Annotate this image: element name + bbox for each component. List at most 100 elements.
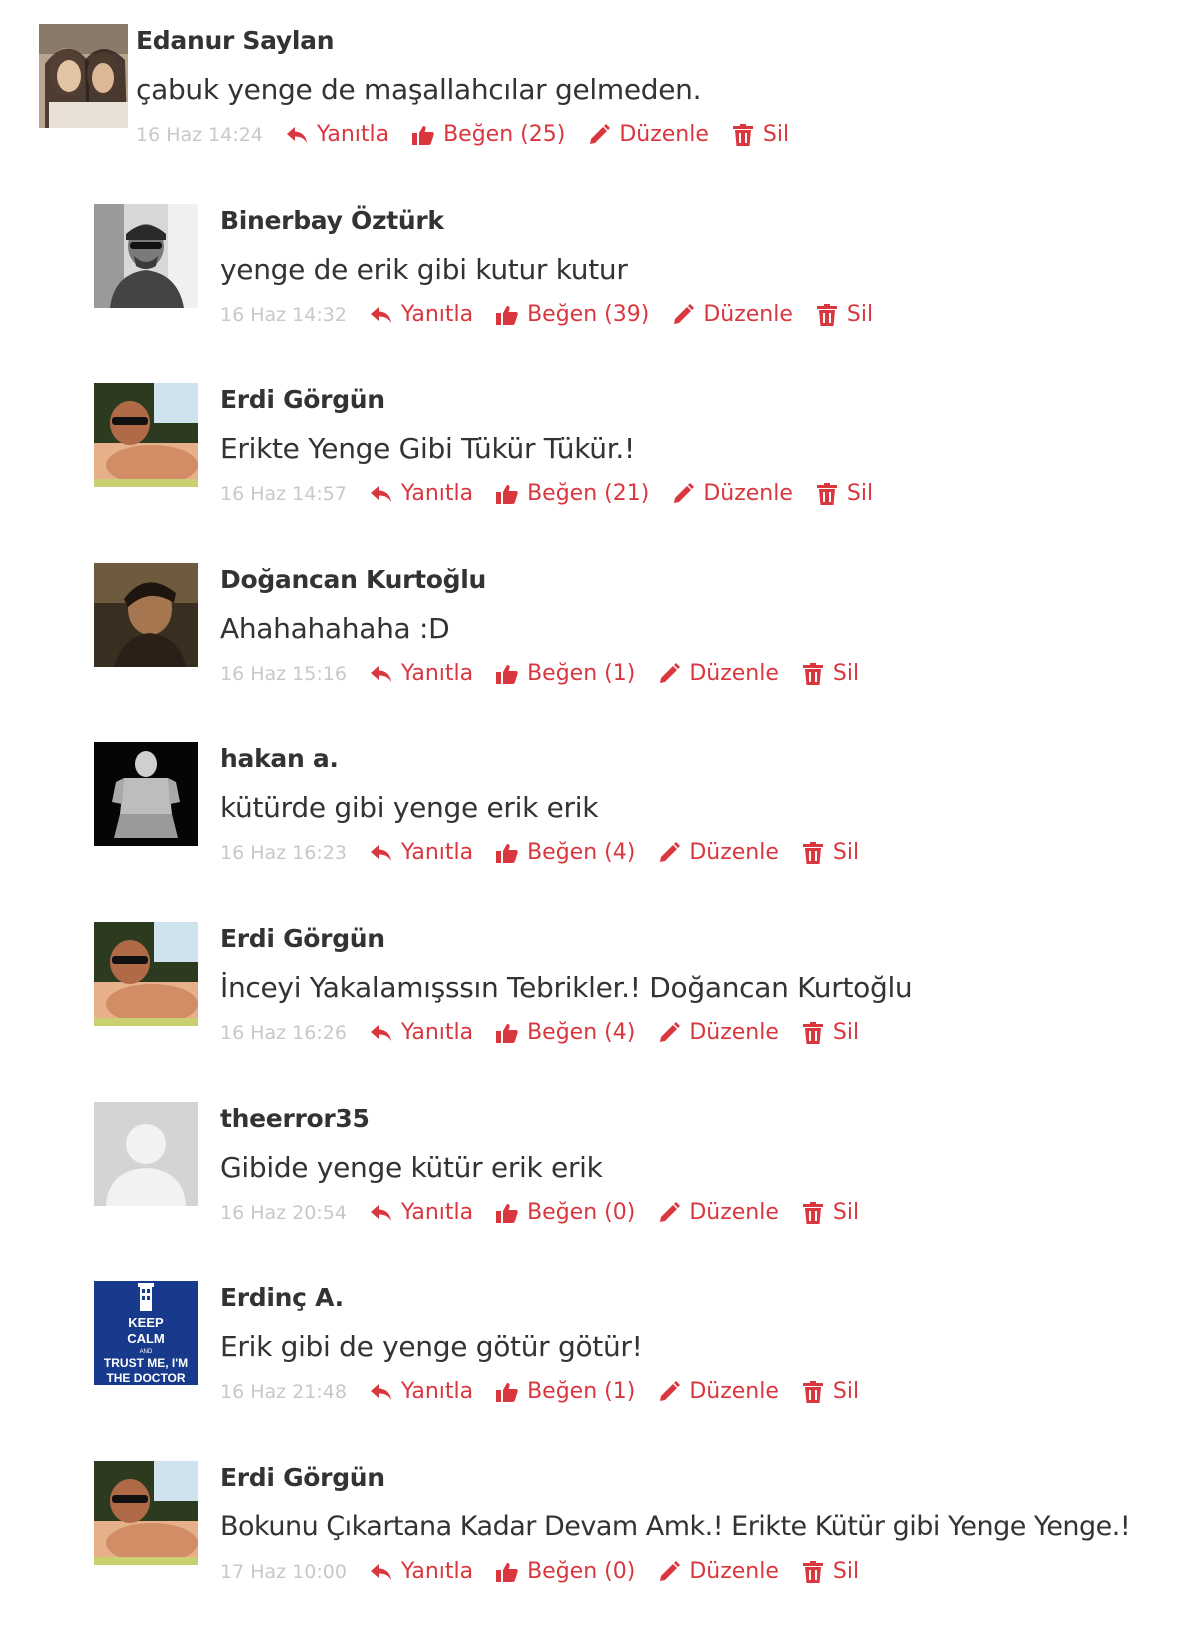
like-button[interactable]: Beğen (0) [495, 1196, 635, 1230]
comment-meta: 16 Haz 16:26 Yanıtla Beğen (4) Düzenle S… [220, 1016, 912, 1050]
like-button[interactable]: Beğen (25) [411, 118, 565, 152]
trash-icon [802, 1022, 823, 1044]
trash-icon [802, 663, 823, 685]
comment-author[interactable]: Edanur Saylan [136, 24, 811, 58]
comment-time[interactable]: 17 Haz 10:00 [220, 1555, 347, 1589]
avatar[interactable] [94, 1102, 198, 1206]
like-button[interactable]: Beğen (4) [495, 836, 635, 870]
pencil-icon [674, 483, 695, 503]
avatar-text: KEEP [128, 1315, 164, 1330]
thumbs-up-icon [496, 1204, 518, 1223]
avatar[interactable] [34, 24, 128, 128]
reply-icon [370, 845, 391, 861]
reply-label: Yanıtla [400, 1559, 474, 1584]
reply-button[interactable]: Yanıtla [369, 477, 473, 511]
comment-meta: 16 Haz 14:24 Yanıtla Beğen (25) Düzenle … [136, 118, 811, 152]
like-button[interactable]: Beğen (39) [495, 298, 649, 332]
edit-label: Düzenle [689, 1020, 779, 1045]
avatar-photo [94, 383, 198, 487]
delete-button[interactable]: Sil [731, 118, 789, 152]
reply-label: Yanıtla [400, 1379, 474, 1404]
comment-author[interactable]: hakan a. [220, 742, 881, 776]
comment-time[interactable]: 16 Haz 16:23 [220, 836, 347, 870]
like-button[interactable]: Beğen (4) [495, 1016, 635, 1050]
reply-button[interactable]: Yanıtla [369, 298, 473, 332]
delete-button[interactable]: Sil [801, 836, 859, 870]
reply-button[interactable]: Yanıtla [369, 1375, 473, 1409]
edit-button[interactable]: Düzenle [671, 298, 793, 332]
avatar[interactable] [94, 383, 198, 487]
thumbs-up-icon [412, 126, 434, 145]
reply-button[interactable]: Yanıtla [369, 836, 473, 870]
edit-button[interactable]: Düzenle [657, 836, 779, 870]
delete-button[interactable]: Sil [801, 1375, 859, 1409]
edit-button[interactable]: Düzenle [657, 657, 779, 691]
like-button[interactable]: Beğen (1) [495, 1375, 635, 1409]
comment-time[interactable]: 16 Haz 14:57 [220, 477, 347, 511]
comment-author[interactable]: Binerbay Öztürk [220, 204, 895, 238]
trash-icon [732, 124, 753, 146]
pencil-icon [660, 1202, 681, 1222]
comment-meta: 16 Haz 14:32 Yanıtla Beğen (39) Düzenle … [220, 298, 895, 332]
edit-button[interactable]: Düzenle [657, 1375, 779, 1409]
delete-button[interactable]: Sil [801, 1555, 859, 1589]
comment-author[interactable]: Erdi Görgün [220, 383, 895, 417]
edit-label: Düzenle [689, 1559, 779, 1584]
edit-button[interactable]: Düzenle [671, 477, 793, 511]
comment-time[interactable]: 16 Haz 20:54 [220, 1196, 347, 1230]
avatar[interactable] [94, 922, 198, 1026]
delete-button[interactable]: Sil [801, 657, 859, 691]
edit-button[interactable]: Düzenle [657, 1555, 779, 1589]
comment-time[interactable]: 16 Haz 15:16 [220, 657, 347, 691]
comment-body: Erdi Görgün İnceyi Yakalamışssın Tebrikl… [220, 922, 913, 1050]
trash-icon [816, 304, 837, 326]
reply-button[interactable]: Yanıtla [369, 1555, 473, 1589]
thumbs-up-icon [496, 1563, 518, 1582]
avatar[interactable] [94, 563, 198, 667]
reply-button[interactable]: Yanıtla [285, 118, 389, 152]
like-button[interactable]: Beğen (21) [495, 477, 649, 511]
delete-label: Sil [762, 122, 790, 147]
like-label: Beğen (0) [527, 1200, 636, 1225]
comment-time[interactable]: 16 Haz 14:32 [220, 298, 347, 332]
delete-label: Sil [832, 1559, 860, 1584]
comment-author[interactable]: Erdi Görgün [220, 1461, 1130, 1495]
edit-button[interactable]: Düzenle [657, 1016, 779, 1050]
like-button[interactable]: Beğen (1) [495, 657, 635, 691]
avatar-photo [94, 1461, 198, 1565]
reply-label: Yanıtla [400, 481, 474, 506]
comment-author[interactable]: Erdinç A. [220, 1281, 881, 1315]
delete-button[interactable]: Sil [801, 1196, 859, 1230]
reply-button[interactable]: Yanıtla [369, 1016, 473, 1050]
delete-button[interactable]: Sil [815, 477, 873, 511]
comment-author[interactable]: Erdi Görgün [220, 922, 912, 956]
pencil-icon [660, 1022, 681, 1042]
delete-button[interactable]: Sil [801, 1016, 859, 1050]
comment-author[interactable]: Doğancan Kurtoğlu [220, 563, 881, 597]
comment-time[interactable]: 16 Haz 21:48 [220, 1375, 347, 1409]
delete-label: Sil [832, 661, 860, 686]
keep-calm-avatar: KEEP CALM AND TRUST ME, I'M THE DOCTOR [94, 1281, 198, 1385]
comment-text: Erikte Yenge Gibi Tükür Tükür.! [220, 432, 635, 465]
reply-button[interactable]: Yanıtla [369, 657, 473, 691]
like-label: Beğen (4) [527, 840, 636, 865]
reply-label: Yanıtla [400, 1200, 474, 1225]
comment-author[interactable]: theerror35 [220, 1102, 881, 1136]
delete-button[interactable]: Sil [815, 298, 873, 332]
avatar[interactable] [94, 1461, 198, 1565]
avatar-text: AND [140, 1349, 153, 1355]
reply-button[interactable]: Yanıtla [369, 1196, 473, 1230]
avatar[interactable] [94, 742, 198, 846]
avatar[interactable] [94, 204, 198, 308]
thumbs-up-icon [496, 306, 518, 325]
delete-label: Sil [846, 481, 874, 506]
avatar[interactable]: KEEP CALM AND TRUST ME, I'M THE DOCTOR [94, 1281, 198, 1385]
comment-time[interactable]: 16 Haz 16:26 [220, 1016, 347, 1050]
reply-icon [286, 127, 307, 143]
comment-time[interactable]: 16 Haz 14:24 [136, 118, 263, 152]
reply-icon [370, 1384, 391, 1400]
edit-button[interactable]: Düzenle [587, 118, 709, 152]
like-button[interactable]: Beğen (0) [495, 1555, 635, 1589]
edit-button[interactable]: Düzenle [657, 1196, 779, 1230]
thumbs-up-icon [496, 665, 518, 684]
